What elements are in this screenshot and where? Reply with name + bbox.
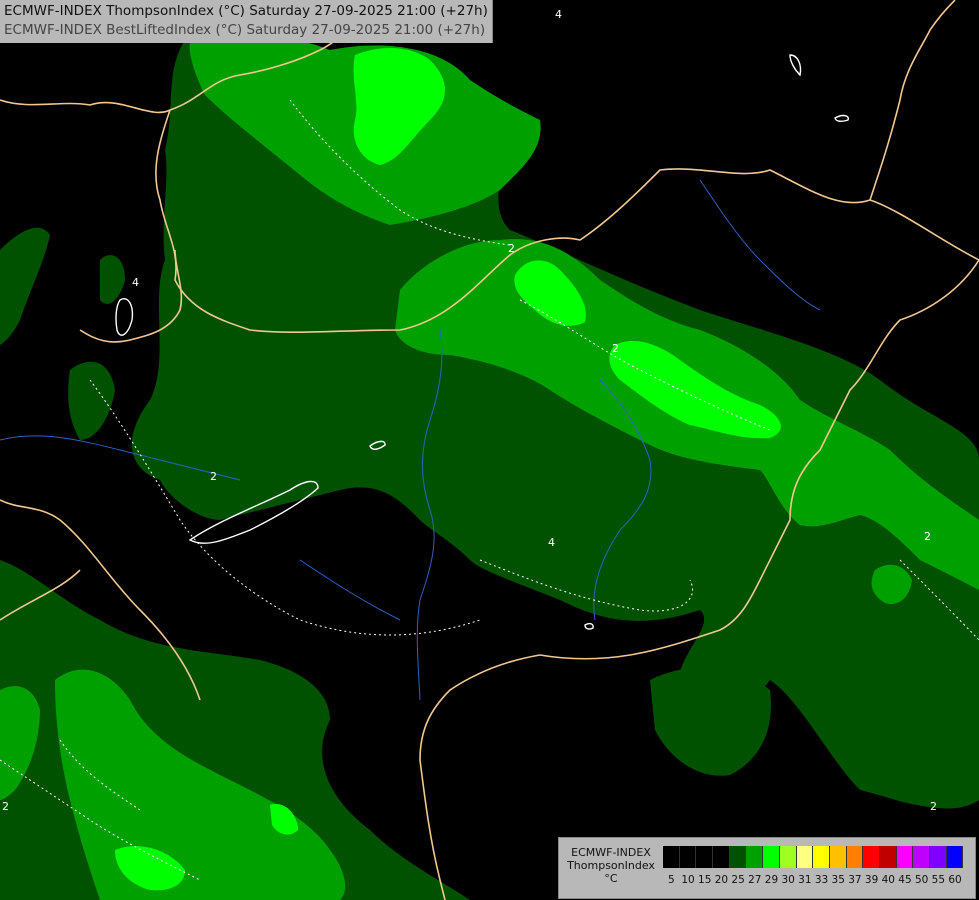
legend-swatch [896, 846, 914, 868]
contour-label: 2 [930, 800, 937, 813]
legend-tick-label: 33 [814, 874, 829, 886]
legend-swatch [946, 846, 964, 868]
contour-label: 2 [508, 242, 515, 255]
contour-label: 2 [612, 342, 619, 355]
legend-ticks: 5 10 15 20 25 27 29 30 31 33 35 37 39 40 45 50 55 60 [663, 874, 963, 888]
legend-swatch [713, 846, 730, 868]
legend-swatch [829, 846, 847, 868]
legend-tick-label: 20 [714, 874, 729, 886]
legend-tick-label: 29 [764, 874, 779, 886]
legend-swatch [779, 846, 797, 868]
legend-tick-label: 55 [931, 874, 946, 886]
legend-tick-label: 27 [748, 874, 762, 886]
legend-swatch [879, 846, 897, 868]
legend-swatches [663, 846, 964, 868]
legend-parameter: ThompsonIndex [567, 859, 655, 872]
title-thompson-index: ECMWF-INDEX ThompsonIndex (°C) Saturday … [4, 3, 488, 19]
legend-swatch [663, 846, 680, 868]
legend-swatch [930, 846, 947, 868]
contour-label: 4 [548, 536, 555, 549]
color-legend: ECMWF-INDEX ThompsonIndex °C 5 10 15 20 25 27… [558, 837, 976, 899]
legend-swatch [913, 846, 930, 868]
map-title: ECMWF-INDEX ThompsonIndex (°C) Saturday … [0, 0, 493, 43]
contour-label: 4 [555, 8, 562, 21]
legend-swatch [813, 846, 830, 868]
legend-tick-label: 31 [798, 874, 812, 886]
contour-label: 4 [132, 276, 139, 289]
legend-label: ECMWF-INDEX ThompsonIndex °C [563, 846, 659, 885]
legend-tick-label: 40 [881, 874, 895, 886]
legend-tick-label: 50 [914, 874, 929, 886]
legend-model: ECMWF-INDEX [571, 846, 651, 859]
legend-tick-label: 39 [864, 874, 879, 886]
contour-label: 2 [210, 470, 217, 483]
legend-tick-label: 10 [681, 874, 695, 886]
legend-tick-label: 25 [731, 874, 745, 886]
legend-swatch [746, 846, 764, 868]
legend-tick-label: 45 [898, 874, 912, 886]
weather-map: 4 2 2 4 2 2 4 2 2 [0, 0, 979, 900]
legend-swatch [763, 846, 780, 868]
title-lifted-index: ECMWF-INDEX BestLiftedIndex (°C) Saturda… [4, 22, 486, 38]
legend-unit: °C [604, 872, 618, 885]
contour-label: 2 [924, 530, 931, 543]
legend-tick-label: 60 [948, 874, 962, 886]
legend-swatch [863, 846, 880, 868]
legend-tick-label: 30 [781, 874, 795, 886]
legend-tick-label: 35 [831, 874, 845, 886]
legend-swatch [729, 846, 747, 868]
legend-swatch [846, 846, 864, 868]
legend-tick-label: 5 [668, 874, 675, 886]
contour-label: 2 [2, 800, 9, 813]
legend-swatch [796, 846, 814, 868]
legend-tick-label: 37 [848, 874, 862, 886]
legend-swatch [679, 846, 697, 868]
legend-swatch [696, 846, 714, 868]
legend-tick-label: 15 [698, 874, 712, 886]
